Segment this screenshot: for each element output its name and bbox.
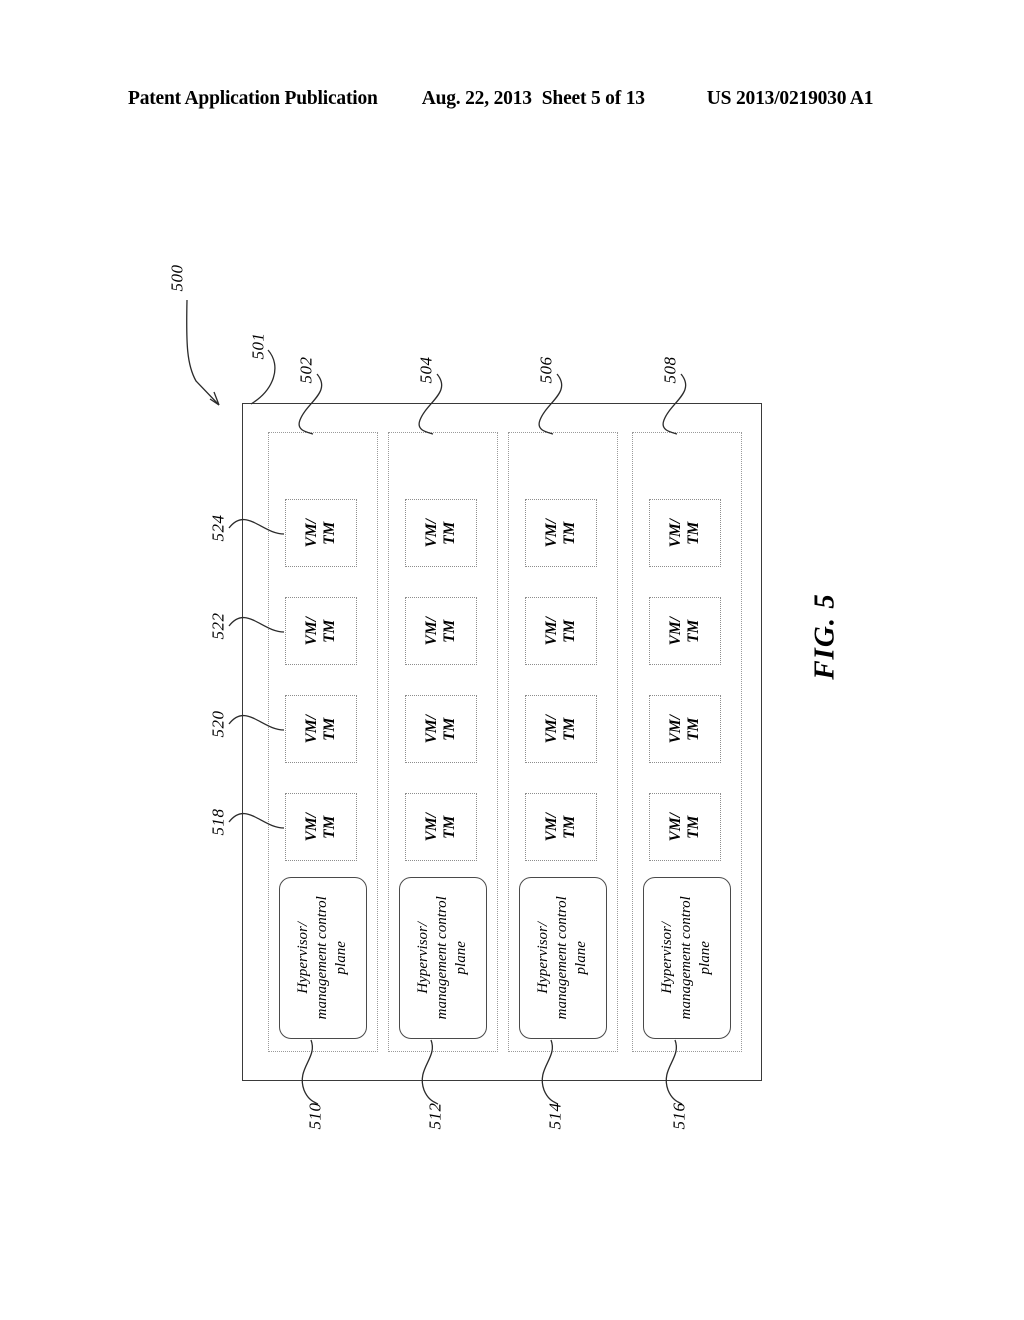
ref-516: 516 <box>669 1102 689 1130</box>
hypervisor-control-plane-box: Hypervisor/management control plane <box>643 877 731 1039</box>
vm-tm-box: VM/TM <box>525 597 597 665</box>
vm-tm-box: VM/TM <box>285 695 357 763</box>
vm-tm-box: VM/TM <box>285 597 357 665</box>
vm-tm-box: VM/TM <box>285 793 357 861</box>
vm-tm-label: VM/TM <box>302 812 338 842</box>
hypervisor-label: Hypervisor/management control plane <box>295 896 350 1020</box>
ref-524: 524 <box>208 514 228 542</box>
vm-tm-label: VM/TM <box>302 518 338 548</box>
ref-500: 500 <box>167 264 187 292</box>
hypervisor-control-plane-box: Hypervisor/management control plane <box>519 877 607 1039</box>
vm-tm-label: VM/TM <box>302 714 338 744</box>
host-row-504: VM/TM VM/TM VM/TM VM/TM Hypervisor/manag… <box>388 432 498 1052</box>
vm-tm-label: VM/TM <box>542 714 578 744</box>
vm-tm-label: VM/TM <box>542 616 578 646</box>
vm-tm-label: VM/TM <box>302 616 338 646</box>
ref-512: 512 <box>425 1102 445 1130</box>
host-row-502: VM/TM VM/TM VM/TM VM/TM Hypervisor/manag… <box>268 432 378 1052</box>
vm-tm-box: VM/TM <box>525 793 597 861</box>
vm-tm-label: VM/TM <box>422 812 458 842</box>
vm-tm-label: VM/TM <box>422 714 458 744</box>
arrowhead-500 <box>209 391 220 406</box>
vm-tm-box: VM/TM <box>649 793 721 861</box>
ref-508: 508 <box>660 356 680 384</box>
host-row-506: VM/TM VM/TM VM/TM VM/TM Hypervisor/manag… <box>508 432 618 1052</box>
vm-tm-box: VM/TM <box>285 499 357 567</box>
ref-518: 518 <box>208 808 228 836</box>
vm-tm-box: VM/TM <box>405 793 477 861</box>
vm-tm-box: VM/TM <box>525 695 597 763</box>
vm-tm-box: VM/TM <box>649 695 721 763</box>
figure-caption: FIG. 5 <box>808 593 841 680</box>
ref-504: 504 <box>416 356 436 384</box>
vm-tm-label: VM/TM <box>666 518 702 548</box>
hypervisor-label: Hypervisor/management control plane <box>659 896 714 1020</box>
figure-5: VM/TM VM/TM VM/TM VM/TM Hypervisor/manag… <box>0 0 1024 1320</box>
vm-tm-label: VM/TM <box>542 812 578 842</box>
ref-510: 510 <box>305 1102 325 1130</box>
host-row-508: VM/TM VM/TM VM/TM VM/TM Hypervisor/manag… <box>632 432 742 1052</box>
vm-tm-box: VM/TM <box>405 695 477 763</box>
leader-500 <box>186 299 220 406</box>
vm-tm-box: VM/TM <box>405 499 477 567</box>
hypervisor-label: Hypervisor/management control plane <box>415 896 470 1020</box>
vm-tm-box: VM/TM <box>525 499 597 567</box>
vm-tm-label: VM/TM <box>666 616 702 646</box>
ref-502: 502 <box>296 356 316 384</box>
ref-506: 506 <box>536 356 556 384</box>
vm-tm-box: VM/TM <box>649 499 721 567</box>
vm-tm-label: VM/TM <box>422 518 458 548</box>
hypervisor-control-plane-box: Hypervisor/management control plane <box>399 877 487 1039</box>
ref-520: 520 <box>208 710 228 738</box>
ref-514: 514 <box>545 1102 565 1130</box>
vm-tm-box: VM/TM <box>405 597 477 665</box>
hypervisor-control-plane-box: Hypervisor/management control plane <box>279 877 367 1039</box>
vm-tm-box: VM/TM <box>649 597 721 665</box>
ref-501: 501 <box>248 332 268 360</box>
hypervisor-label: Hypervisor/management control plane <box>535 896 590 1020</box>
vm-tm-label: VM/TM <box>542 518 578 548</box>
ref-522: 522 <box>208 612 228 640</box>
vm-tm-label: VM/TM <box>422 616 458 646</box>
vm-tm-label: VM/TM <box>666 812 702 842</box>
vm-tm-label: VM/TM <box>666 714 702 744</box>
